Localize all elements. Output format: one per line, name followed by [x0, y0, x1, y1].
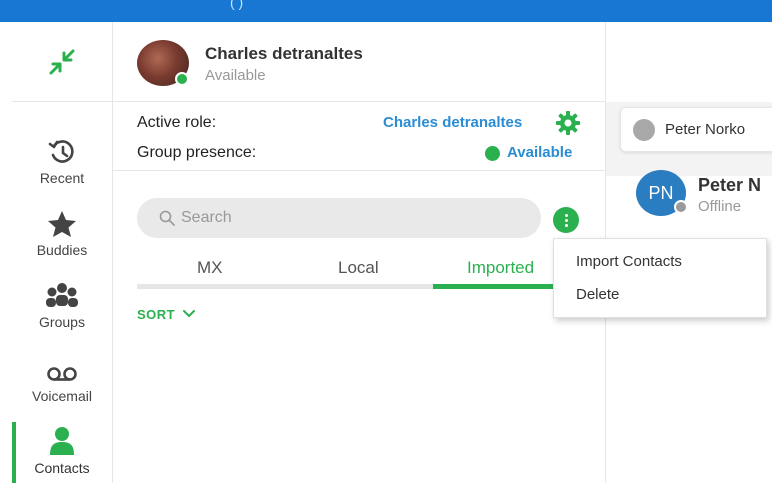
nav-item-buddies[interactable]: Buddies: [12, 198, 112, 268]
tab-local[interactable]: Local: [338, 258, 379, 278]
nav-item-contacts[interactable]: Contacts: [12, 416, 112, 483]
nav-item-recent[interactable]: Recent: [12, 126, 112, 196]
more-options-button[interactable]: [553, 207, 579, 233]
nav-label-groups: Groups: [39, 314, 85, 330]
menu-item-delete[interactable]: Delete: [576, 286, 619, 303]
menu-item-import-contacts[interactable]: Import Contacts: [576, 253, 682, 270]
window-title: ( ): [230, 0, 244, 10]
conversation-tab-name: Peter Norko: [665, 121, 746, 138]
active-role-label: Active role:: [137, 114, 217, 131]
group-icon: [45, 278, 79, 310]
nav-item-voicemail[interactable]: Voicemail: [12, 344, 112, 414]
search-icon: [159, 210, 175, 226]
user-status: Available: [205, 67, 266, 84]
voicemail-icon: [46, 352, 78, 384]
left-nav: Recent Buddies Groups Voicemail Contacts: [0, 22, 113, 483]
sort-button[interactable]: SORT: [137, 307, 196, 322]
nav-label-contacts: Contacts: [34, 460, 90, 476]
group-presence-value[interactable]: Available: [507, 144, 572, 161]
nav-label-voicemail: Voicemail: [32, 388, 92, 404]
collapse-icon: [49, 49, 75, 74]
presence-dot: [633, 118, 655, 141]
contact-status: Offline: [698, 198, 742, 215]
window-titlebar: ( ): [0, 0, 772, 22]
star-icon: [47, 206, 77, 238]
tab-imported[interactable]: Imported: [467, 258, 534, 278]
options-menu: Import Contacts Delete: [553, 238, 767, 318]
gear-icon[interactable]: [555, 110, 581, 136]
chevron-down-icon: [183, 310, 196, 318]
user-name: Charles detranaltes: [205, 44, 363, 63]
conversation-tab[interactable]: Peter Norko: [620, 107, 772, 152]
history-icon: [48, 134, 76, 166]
available-dot: [485, 146, 500, 161]
nav-label-buddies: Buddies: [36, 242, 88, 258]
search-input[interactable]: Search: [137, 198, 541, 238]
sort-label: SORT: [137, 307, 176, 322]
search-placeholder: Search: [181, 209, 232, 226]
nav-label-recent: Recent: [39, 170, 85, 186]
contacts-panel: Charles detranaltes Available Active rol…: [113, 22, 606, 483]
divider: [113, 170, 606, 171]
contact-name: Peter N: [698, 175, 762, 195]
user-header: Charles detranaltes Available: [113, 22, 606, 102]
nav-item-groups[interactable]: Groups: [12, 270, 112, 340]
collapse-button[interactable]: [12, 22, 112, 102]
active-role-value[interactable]: Charles detranaltes: [383, 114, 522, 131]
active-nav-indicator: [12, 422, 16, 483]
person-icon: [48, 424, 76, 456]
presence-dot: [175, 72, 189, 86]
group-presence-label: Group presence:: [137, 144, 257, 161]
tab-active-indicator: [433, 284, 557, 289]
offline-dot: [674, 200, 688, 214]
tab-mx[interactable]: MX: [197, 258, 223, 278]
